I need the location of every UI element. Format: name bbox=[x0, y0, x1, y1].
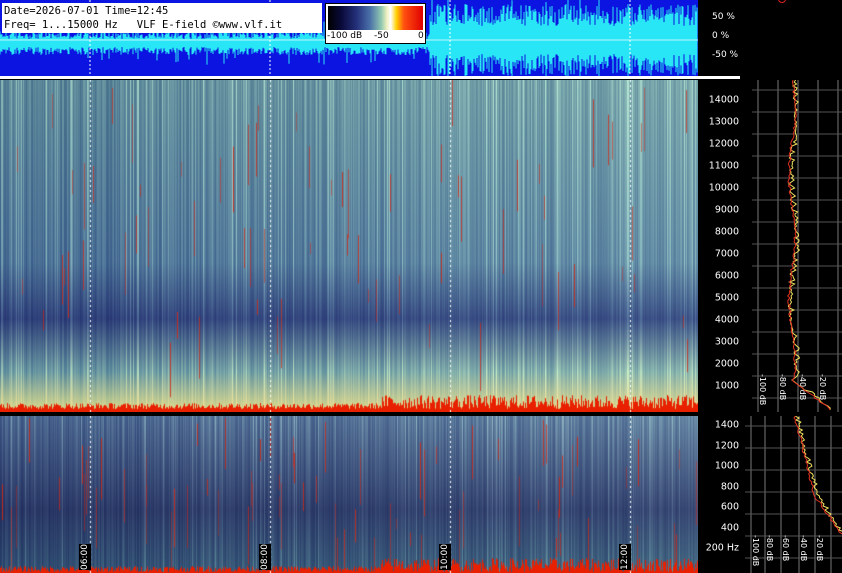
freq-tick-low: 800 bbox=[720, 481, 739, 492]
marker-circle-icon bbox=[778, 0, 786, 3]
freq-tick: 4000 bbox=[714, 314, 739, 326]
freq-tick-low: 200 Hz bbox=[705, 542, 739, 554]
waveform-scale-bottom: -50 % bbox=[712, 50, 739, 60]
spectrum-profile-main: -100 dB -80 dB -40 dB -20 dB bbox=[752, 80, 842, 412]
time-label: 06:00 bbox=[79, 544, 91, 570]
spectrum-profile-low: -100 dB -80 dB -60 dB -40 dB -20 dB bbox=[745, 416, 842, 573]
spectrogram-low bbox=[0, 416, 698, 573]
colorbar-label-min: -100 dB bbox=[327, 31, 363, 41]
colorbar: -100 dB -50 0 bbox=[325, 3, 426, 44]
spectrum-profile-main-plot: -100 dB -80 dB -40 dB -20 dB bbox=[752, 80, 842, 412]
profile-db-label: -40 dB bbox=[799, 535, 808, 561]
freq-tick: 11000 bbox=[708, 160, 739, 172]
freq-tick-low: 600 bbox=[720, 501, 739, 513]
freq-tick: 12000 bbox=[708, 138, 739, 150]
freq-tick-low: 1000 bbox=[714, 460, 739, 472]
profile-db-label: -80 dB bbox=[765, 535, 774, 561]
freq-tick: 14000 bbox=[708, 94, 739, 106]
freq-tick: 5000 bbox=[714, 292, 739, 304]
info-date-time: Date=2026-07-01 Time=12:45 bbox=[4, 5, 169, 17]
freq-tick: 9000 bbox=[714, 204, 739, 216]
colorbar-label-mid: -50 bbox=[374, 31, 389, 41]
divider bbox=[0, 76, 740, 79]
freq-tick: 6000 bbox=[714, 270, 739, 282]
profile-db-label: -80 dB bbox=[778, 374, 787, 400]
freq-tick-low: 1400 bbox=[714, 419, 739, 431]
freq-tick-low: 400 bbox=[720, 522, 739, 533]
profile-db-label: -100 dB bbox=[751, 535, 760, 566]
time-label: 08:00 bbox=[259, 544, 271, 570]
info-box: Date=2026-07-01 Time=12:45 Freq= 1...150… bbox=[2, 3, 322, 33]
info-frequency: Freq= 1...15000 Hz VLF E-field ©www.vlf.… bbox=[4, 19, 283, 31]
frequency-axis-main: 14000 13000 12000 11000 10000 9000 8000 7000 600… bbox=[698, 80, 742, 412]
profile-average-trace bbox=[787, 80, 831, 411]
freq-tick: 3000 bbox=[714, 336, 739, 348]
profile-db-label: -20 dB bbox=[818, 374, 827, 400]
colorbar-gradient bbox=[328, 6, 423, 30]
colorbar-label-max: 0 bbox=[418, 31, 424, 41]
freq-tick: 2000 bbox=[714, 358, 739, 370]
freq-tick-low: 1200 bbox=[714, 440, 739, 451]
freq-tick: 10000 bbox=[708, 182, 739, 194]
profile-db-label: -60 dB bbox=[781, 535, 790, 561]
spectrogram-main bbox=[0, 80, 698, 412]
waveform-scale-mid: 0 % bbox=[712, 31, 730, 41]
spectrogram-low-canvas bbox=[0, 416, 698, 573]
profile-db-label: -40 dB bbox=[798, 374, 807, 400]
profile-db-label: -100 dB bbox=[758, 374, 767, 405]
spectrum-profile-low-plot: -100 dB -80 dB -60 dB -40 dB -20 dB bbox=[745, 416, 842, 573]
freq-tick: 1000 bbox=[714, 380, 739, 392]
spectrogram-main-canvas bbox=[0, 80, 698, 412]
time-label: 12:00 bbox=[619, 544, 631, 570]
time-label: 10:00 bbox=[439, 544, 451, 570]
freq-tick: 7000 bbox=[714, 248, 739, 260]
waveform-scale: 50 % 0 % -50 % bbox=[698, 0, 842, 76]
freq-tick: 8000 bbox=[714, 226, 739, 238]
profile-db-label: -20 dB bbox=[815, 535, 824, 561]
waveform-scale-top: 50 % bbox=[712, 12, 735, 22]
frequency-axis-low: 1400 1200 1000 800 600 400 200 Hz bbox=[698, 416, 742, 573]
freq-tick: 13000 bbox=[708, 116, 739, 128]
